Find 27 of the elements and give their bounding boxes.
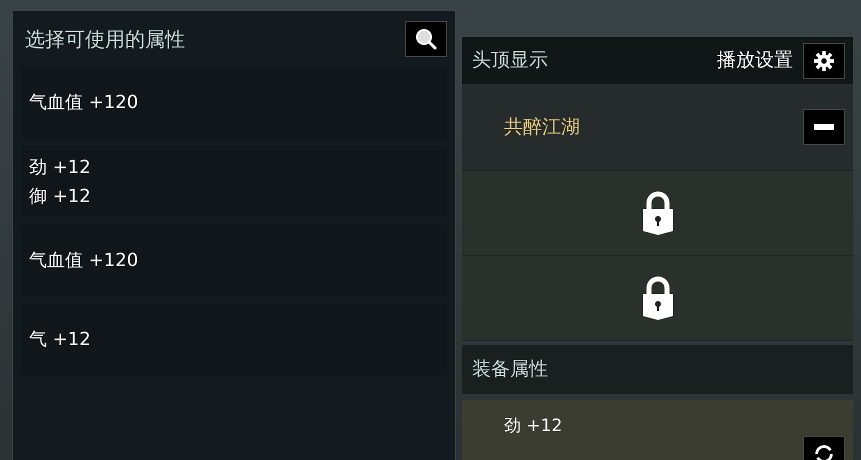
attribute-text: 劲 +12 xyxy=(504,415,562,438)
settings-button[interactable] xyxy=(803,42,845,79)
attribute-option[interactable]: 劲 +12 御 +12 xyxy=(21,146,447,217)
attribute-text: 气血值 +120 xyxy=(29,249,140,273)
minus-icon xyxy=(814,124,834,130)
title-slot[interactable]: 共醉江湖 xyxy=(462,84,853,172)
locked-slot[interactable] xyxy=(462,171,853,256)
settings-label: 播放设置 xyxy=(717,48,793,74)
title-text: 共醉江湖 xyxy=(504,114,580,140)
remove-button[interactable] xyxy=(803,109,845,146)
section-title: 装备属性 xyxy=(472,357,548,382)
panel-title: 选择可使用的属性 xyxy=(25,26,185,53)
attribute-text: 气血值 +120 xyxy=(29,91,140,115)
search-icon xyxy=(414,27,438,51)
attribute-option[interactable]: 气 +12 xyxy=(21,304,447,375)
refresh-icon xyxy=(813,443,835,460)
section-title: 头顶显示 xyxy=(472,48,548,74)
attribute-option[interactable]: 气血值 +120 xyxy=(21,67,447,138)
attribute-text: 气 +12 xyxy=(29,328,92,352)
attribute-option[interactable]: 气血值 +120 xyxy=(21,225,447,296)
padlock-icon xyxy=(640,191,674,235)
attribute-text: 御 +12 xyxy=(29,184,92,208)
search-button[interactable] xyxy=(405,21,447,57)
attribute-text: 劲 +12 xyxy=(29,156,92,180)
locked-slot[interactable] xyxy=(462,256,853,341)
padlock-icon xyxy=(640,276,674,320)
settings-icon xyxy=(813,50,835,72)
